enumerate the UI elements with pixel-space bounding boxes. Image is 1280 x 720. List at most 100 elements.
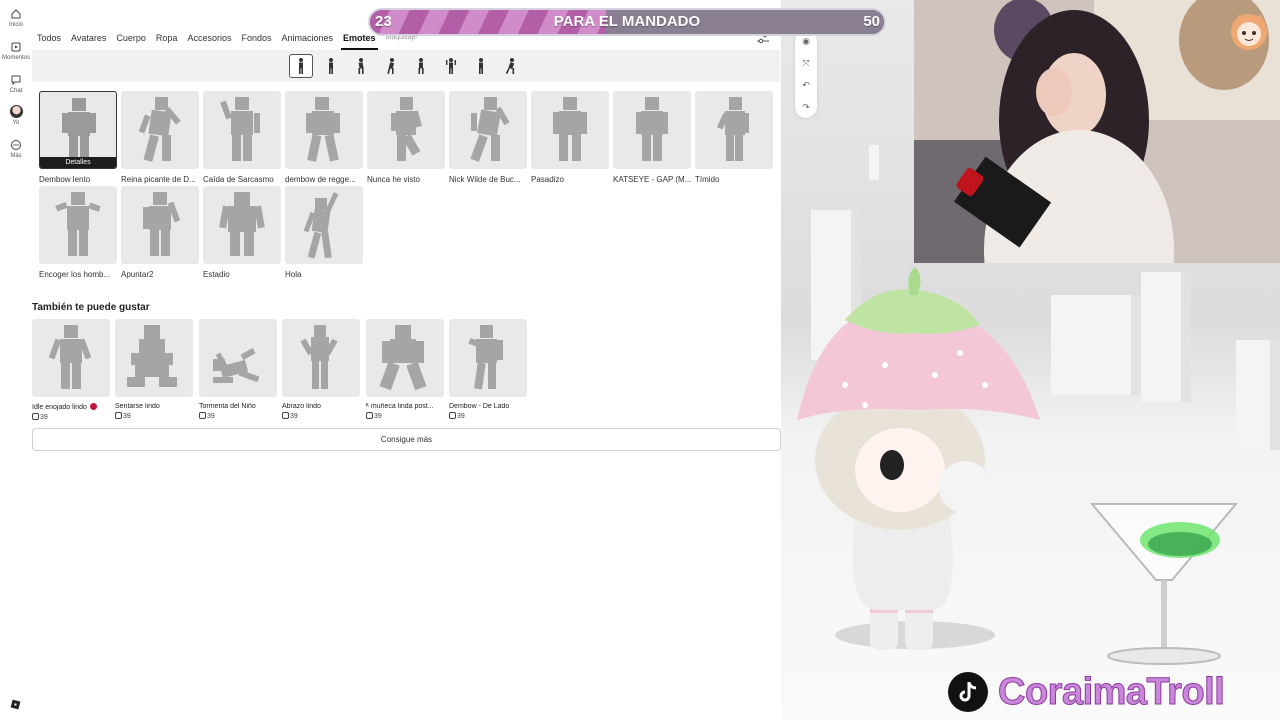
chat-icon (11, 75, 21, 86)
goal-target: 50 (863, 13, 880, 30)
robux-icon (199, 412, 206, 419)
robux-icon (366, 412, 373, 419)
recommend-price: 39 (366, 412, 444, 420)
emote-silhouette-icon (213, 347, 260, 383)
recommend-name: ᴷ muñeca linda post... (366, 403, 434, 410)
emote-card[interactable]: Pasadizo (531, 91, 609, 184)
pose-filter-button[interactable] (499, 54, 523, 78)
get-more-button[interactable]: Consigue más (32, 428, 781, 451)
emote-card[interactable]: Reina picante de D... (121, 91, 199, 184)
price-value: 39 (40, 414, 48, 421)
tab-todos[interactable]: Todos (32, 28, 66, 48)
recommend-title: También te puede gustar (32, 302, 150, 313)
recommend-thumbnail[interactable] (115, 319, 193, 397)
undo-icon[interactable]: ↶ (795, 74, 817, 96)
recommend-thumbnail[interactable] (449, 319, 527, 397)
emote-thumbnail[interactable] (203, 186, 281, 264)
robux-icon (115, 412, 122, 419)
pose-filter-button[interactable] (289, 54, 313, 78)
recommend-thumbnail[interactable] (32, 319, 110, 397)
rail-label: Momentos (1, 55, 30, 61)
camera-move-icon[interactable]: ⤧ (795, 52, 817, 74)
pose-filter-button[interactable] (469, 54, 493, 78)
rail-item-chat[interactable]: Chat (0, 74, 32, 94)
details-button[interactable]: Detalles (40, 157, 116, 168)
price-value: 39 (457, 413, 465, 420)
recommend-card[interactable]: Sentarse lindo 39 (115, 319, 193, 420)
emote-card[interactable]: KATSEYE - GAP (M... (613, 91, 691, 184)
roblox-logo-icon[interactable] (10, 699, 21, 710)
tab-accesorios[interactable]: Accesorios (182, 28, 236, 48)
emote-name: Nick Wilde de Buc... (449, 175, 521, 184)
emote-thumbnail[interactable] (695, 91, 773, 169)
price-value: 39 (123, 413, 131, 420)
emote-thumbnail[interactable]: Detalles (39, 91, 117, 169)
rail-item-momentos[interactable]: Momentos (0, 41, 32, 61)
recommend-card[interactable]: Idle enojado lindo 39 (32, 319, 110, 421)
emote-name: Tímido (695, 175, 720, 184)
emote-name: Hola (285, 270, 302, 279)
recommend-thumbnail[interactable] (282, 319, 360, 397)
emote-silhouette-icon (300, 325, 338, 389)
pose-filter-button[interactable] (379, 54, 403, 78)
recommend-card[interactable]: Dembow - De Lado 39 (449, 319, 527, 420)
emote-card[interactable]: Nunca he visto (367, 91, 445, 184)
emote-card[interactable]: Estadio (203, 186, 281, 279)
more-icon (11, 140, 21, 150)
emote-name: Encoger los homb... (39, 270, 111, 279)
pose-filter-button[interactable] (349, 54, 373, 78)
emote-card[interactable]: Detalles Dembow lento (39, 91, 117, 184)
emote-card[interactable]: dembow de regge... (285, 91, 363, 184)
tab-animaciones[interactable]: Animaciones (276, 28, 338, 48)
rail-item-mas[interactable]: Más (0, 139, 32, 159)
emote-name: Dembow lento (39, 175, 91, 184)
pose-figure-icon (418, 58, 424, 74)
emote-name: Reina picante de D... (121, 175, 196, 184)
recommend-card[interactable]: Abrazo lindo 39 (282, 319, 360, 420)
tab-cuerpo[interactable]: Cuerpo (111, 28, 151, 48)
emote-card[interactable]: Encoger los homb... (39, 186, 117, 279)
recommend-thumbnail[interactable] (199, 319, 277, 397)
rail-label: Yo (12, 120, 20, 126)
emote-card[interactable]: Tímido (695, 91, 773, 184)
emote-thumbnail[interactable] (613, 91, 691, 169)
emote-silhouette-icon (636, 97, 668, 161)
emote-silhouette-icon (468, 325, 503, 390)
emote-thumbnail[interactable] (203, 91, 281, 169)
emote-silhouette-icon (143, 192, 181, 256)
recommend-card[interactable]: ᴷ muñeca linda post... 39 (366, 319, 444, 420)
emote-card[interactable]: Caída de Sarcasmo (203, 91, 281, 184)
emote-card[interactable]: Hola (285, 186, 363, 279)
pose-filter-button[interactable] (409, 54, 433, 78)
scene-block (1051, 295, 1141, 395)
emote-thumbnail[interactable] (285, 91, 363, 169)
emote-card[interactable]: Apuntar2 (121, 186, 199, 279)
emote-thumbnail[interactable] (121, 91, 199, 169)
redo-icon[interactable]: ↷ (795, 96, 817, 118)
pose-figure-icon (387, 58, 395, 75)
recommend-name-text: Idle enojado lindo (32, 404, 87, 411)
emote-thumbnail[interactable] (121, 186, 199, 264)
recommend-card[interactable]: Tormenta del Niño 39 (199, 319, 277, 420)
pose-filter-button[interactable] (439, 54, 463, 78)
pose-filter-button[interactable] (319, 54, 343, 78)
recommend-price: 39 (282, 412, 360, 420)
emote-thumbnail[interactable] (285, 186, 363, 264)
tab-fondos[interactable]: Fondos (236, 28, 276, 48)
recommend-thumbnail[interactable] (366, 319, 444, 397)
rail-item-inicio[interactable]: Inicio (0, 8, 32, 28)
emote-thumbnail[interactable] (531, 91, 609, 169)
recommend-name: Sentarse lindo (115, 403, 160, 410)
emote-thumbnail[interactable] (367, 91, 445, 169)
emote-silhouette-icon (391, 97, 422, 161)
emote-name: Estadio (203, 270, 230, 279)
emote-thumbnail[interactable] (39, 186, 117, 264)
rail-item-yo[interactable]: Yo (0, 105, 32, 126)
emote-thumbnail[interactable] (449, 91, 527, 169)
tab-ropa[interactable]: Ropa (151, 28, 183, 48)
emote-card[interactable]: Nick Wilde de Buc... (449, 91, 527, 184)
moments-icon (11, 42, 21, 52)
pose-figure-icon (358, 58, 364, 74)
tab-avatares[interactable]: Avatares (66, 28, 111, 48)
price-value: 39 (374, 413, 382, 420)
